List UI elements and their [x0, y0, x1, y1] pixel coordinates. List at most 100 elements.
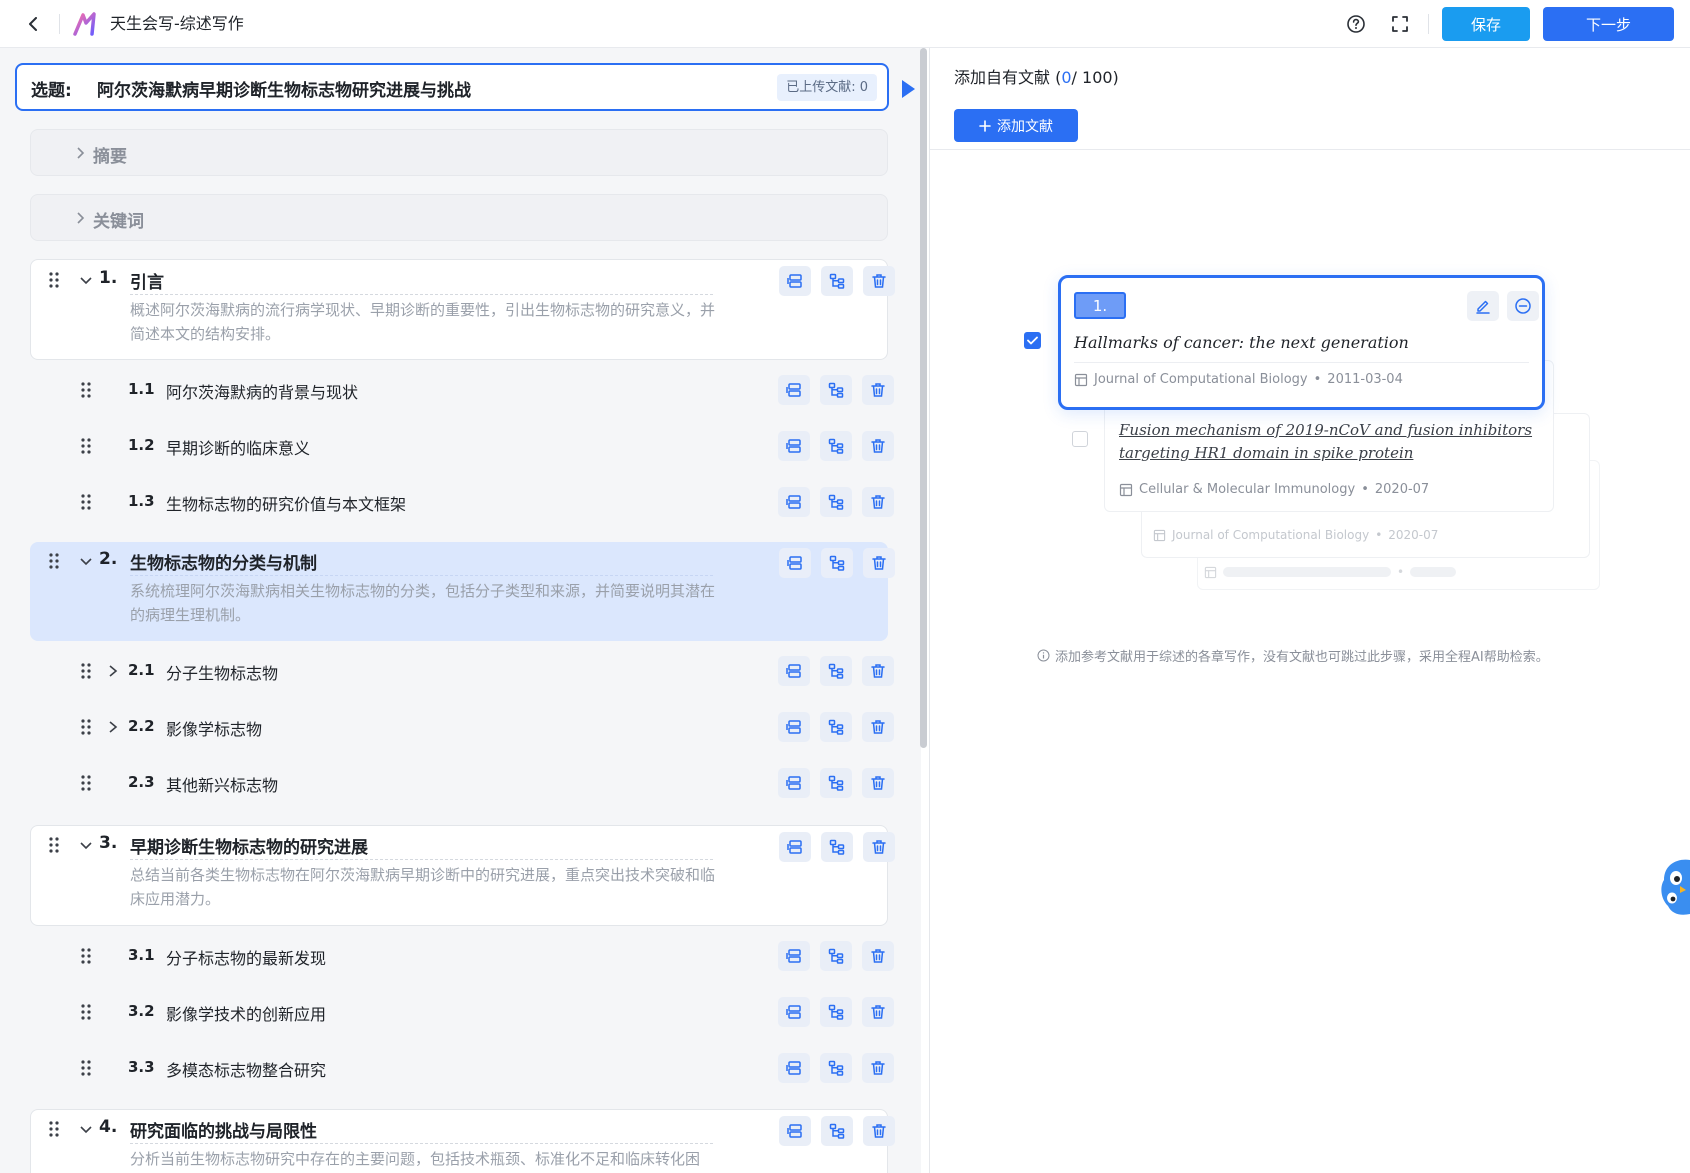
delete-button[interactable] [862, 375, 894, 405]
drag-handle-icon[interactable] [48, 271, 60, 289]
add-subsection-button[interactable] [821, 1116, 853, 1146]
chapter-title[interactable]: 生物标志物的分类与机制 [130, 549, 317, 574]
save-button[interactable]: 保存 [1442, 7, 1530, 41]
subsection-row[interactable]: 2.2 影像学标志物 [30, 703, 894, 751]
fullscreen-icon[interactable] [1389, 13, 1411, 35]
insert-sibling-button[interactable] [778, 375, 810, 405]
drag-handle-icon[interactable] [80, 493, 92, 511]
delete-button[interactable] [863, 266, 895, 296]
insert-sibling-button[interactable] [779, 548, 811, 578]
subsection-row[interactable]: 3.2 影像学技术的创新应用 [30, 988, 894, 1036]
subsection-title[interactable]: 影像学标志物 [166, 716, 262, 740]
delete-button[interactable] [862, 431, 894, 461]
chapter-description[interactable]: 概述阿尔茨海默病的流行病学现状、早期诊断的重要性，引出生物标志物的研究意义，并简… [130, 298, 720, 346]
reference-checkbox-checked[interactable] [1024, 332, 1041, 349]
insert-sibling-button[interactable] [778, 1053, 810, 1083]
drag-handle-icon[interactable] [80, 662, 92, 680]
play-arrow-icon[interactable] [899, 78, 917, 100]
insert-sibling-button[interactable] [778, 997, 810, 1027]
drag-handle-icon[interactable] [48, 1120, 60, 1138]
subsection-row[interactable]: 3.1 分子标志物的最新发现 [30, 932, 894, 980]
drag-handle-icon[interactable] [80, 774, 92, 792]
chapter-description[interactable]: 总结当前各类生物标志物在阿尔茨海默病早期诊断中的研究进展，重点突出技术突破和临床… [130, 863, 720, 911]
add-subsection-button[interactable] [820, 941, 852, 971]
delete-button[interactable] [863, 832, 895, 862]
subsection-row[interactable]: 1.1 阿尔茨海默病的背景与现状 [30, 366, 894, 414]
insert-sibling-button[interactable] [778, 487, 810, 517]
drag-handle-icon[interactable] [80, 947, 92, 965]
insert-sibling-button[interactable] [778, 768, 810, 798]
chevron-down-icon[interactable] [79, 839, 93, 853]
add-subsection-button[interactable] [820, 712, 852, 742]
subsection-title[interactable]: 分子生物标志物 [166, 660, 278, 684]
subsection-row[interactable]: 1.3 生物标志物的研究价值与本文框架 [30, 478, 894, 526]
insert-sibling-button[interactable] [778, 656, 810, 686]
drag-handle-icon[interactable] [80, 718, 92, 736]
add-subsection-button[interactable] [821, 548, 853, 578]
insert-sibling-button[interactable] [778, 431, 810, 461]
chapter-card[interactable]: 1. 引言 概述阿尔茨海默病的流行病学现状、早期诊断的重要性，引出生物标志物的研… [30, 259, 895, 360]
add-subsection-button[interactable] [820, 487, 852, 517]
delete-button[interactable] [862, 941, 894, 971]
insert-sibling-button[interactable] [778, 941, 810, 971]
add-reference-button[interactable]: 添加文献 [954, 109, 1078, 142]
back-button[interactable] [22, 12, 46, 36]
chapter-description[interactable]: 系统梳理阿尔茨海默病相关生物标志物的分类，包括分子类型和来源，并简要说明其潜在的… [130, 579, 720, 627]
chevron-right-icon[interactable] [107, 664, 119, 678]
delete-button[interactable] [863, 1116, 895, 1146]
reference-card-active[interactable]: 1. Hallmarks of cancer: the next generat… [1058, 275, 1545, 410]
topic-field[interactable]: 选题: 阿尔茨海默病早期诊断生物标志物研究进展与挑战 已上传文献: 0 [15, 63, 889, 111]
delete-button[interactable] [862, 712, 894, 742]
chapter-title[interactable]: 引言 [130, 268, 164, 293]
delete-button[interactable] [862, 1053, 894, 1083]
remove-button[interactable] [1507, 291, 1539, 321]
drag-handle-icon[interactable] [80, 437, 92, 455]
next-step-button[interactable]: 下一步 [1543, 7, 1674, 41]
drag-handle-icon[interactable] [80, 381, 92, 399]
drag-handle-icon[interactable] [48, 552, 60, 570]
drag-handle-icon[interactable] [80, 1003, 92, 1021]
chapter-card[interactable]: 4. 研究面临的挑战与局限性 分析当前生物标志物研究中存在的主要问题，包括技术瓶… [30, 1109, 895, 1173]
add-subsection-button[interactable] [821, 832, 853, 862]
subsection-title[interactable]: 其他新兴标志物 [166, 772, 278, 796]
subsection-row[interactable]: 2.3 其他新兴标志物 [30, 759, 894, 807]
insert-sibling-button[interactable] [778, 712, 810, 742]
add-subsection-button[interactable] [820, 656, 852, 686]
subsection-row[interactable]: 1.2 早期诊断的临床意义 [30, 422, 894, 470]
subsection-row[interactable]: 3.3 多模态标志物整合研究 [30, 1044, 894, 1092]
chapter-title[interactable]: 研究面临的挑战与局限性 [130, 1117, 317, 1142]
keywords-section[interactable]: 关键词 [30, 194, 888, 241]
add-subsection-button[interactable] [820, 997, 852, 1027]
chevron-down-icon[interactable] [79, 1123, 93, 1137]
add-subsection-button[interactable] [820, 375, 852, 405]
subsection-title[interactable]: 早期诊断的临床意义 [166, 435, 310, 459]
add-subsection-button[interactable] [820, 431, 852, 461]
subsection-row[interactable]: 2.1 分子生物标志物 [30, 647, 894, 695]
reference-index[interactable]: 1. [1074, 292, 1126, 319]
assistant-mascot-icon[interactable] [1650, 856, 1690, 928]
delete-button[interactable] [862, 997, 894, 1027]
subsection-title[interactable]: 阿尔茨海默病的背景与现状 [166, 379, 358, 403]
add-subsection-button[interactable] [820, 768, 852, 798]
outline-scrollbar[interactable] [920, 48, 927, 748]
chapter-title[interactable]: 早期诊断生物标志物的研究进展 [130, 833, 368, 858]
add-subsection-button[interactable] [821, 266, 853, 296]
chapter-card-selected[interactable]: 2. 生物标志物的分类与机制 系统梳理阿尔茨海默病相关生物标志物的分类，包括分子… [30, 542, 895, 641]
help-icon[interactable] [1345, 13, 1367, 35]
subsection-title[interactable]: 多模态标志物整合研究 [166, 1057, 326, 1081]
insert-sibling-button[interactable] [779, 1116, 811, 1146]
delete-button[interactable] [862, 768, 894, 798]
add-subsection-button[interactable] [820, 1053, 852, 1083]
delete-button[interactable] [862, 487, 894, 517]
edit-button[interactable] [1467, 291, 1499, 321]
abstract-section[interactable]: 摘要 [30, 129, 888, 176]
chapter-card[interactable]: 3. 早期诊断生物标志物的研究进展 总结当前各类生物标志物在阿尔茨海默病早期诊断… [30, 825, 895, 926]
insert-sibling-button[interactable] [779, 832, 811, 862]
delete-button[interactable] [863, 548, 895, 578]
subsection-title[interactable]: 生物标志物的研究价值与本文框架 [166, 491, 406, 515]
chevron-right-icon[interactable] [107, 720, 119, 734]
chevron-down-icon[interactable] [79, 555, 93, 569]
subsection-title[interactable]: 分子标志物的最新发现 [166, 945, 326, 969]
topic-value[interactable]: 阿尔茨海默病早期诊断生物标志物研究进展与挑战 [97, 76, 471, 101]
drag-handle-icon[interactable] [80, 1059, 92, 1077]
